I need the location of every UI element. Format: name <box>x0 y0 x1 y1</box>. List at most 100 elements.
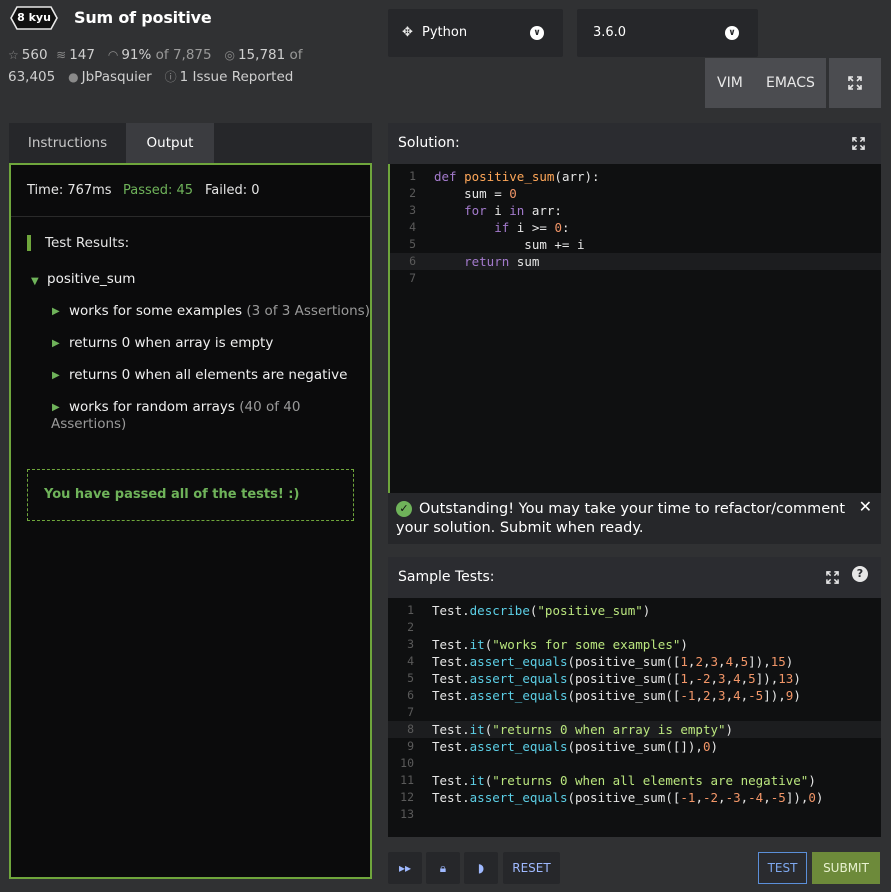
issues-link[interactable]: 1 Issue Reported <box>180 69 294 85</box>
discuss-button[interactable]: ◗ <box>464 852 498 884</box>
solution-editor[interactable]: 1 def positive_sum(arr): 2 sum = 0 3 for … <box>388 164 881 493</box>
line-number: 8 <box>407 722 414 736</box>
lock-icon: 🔒︎ <box>439 861 447 875</box>
chevron-down-icon: ∨ <box>725 26 739 40</box>
rank-label: 8 kyu <box>17 11 51 24</box>
submit-button[interactable]: SUBMIT <box>812 852 880 884</box>
user-icon: ● <box>68 70 79 84</box>
kata-stats: ☆ 560 ≋ 147 ◠ 91% of 7,875 ◎ 15,781 of 63,40… <box>8 44 338 88</box>
line-number: 5 <box>409 237 416 251</box>
line-number: 1 <box>409 169 416 183</box>
code-line: sum = 0 <box>434 186 517 201</box>
test-label: works for random arrays <box>69 399 235 415</box>
sample-tests-title: Sample Tests: <box>398 569 495 585</box>
line-number: 12 <box>400 790 414 804</box>
collection-icon[interactable]: ≋ <box>56 48 66 62</box>
summary-bar: Time: 767ms Passed: 45 Failed: 0 <box>11 165 370 217</box>
tab-instructions[interactable]: Instructions <box>9 123 126 163</box>
test-label: works for some examples <box>69 303 243 319</box>
line-number: 4 <box>407 654 414 668</box>
fullscreen-icon[interactable] <box>852 137 866 151</box>
test-button[interactable]: TEST <box>758 852 807 884</box>
reset-button[interactable]: RESET <box>503 852 560 884</box>
line-number: 10 <box>400 756 414 770</box>
line-number: 9 <box>407 739 414 753</box>
caret-down-icon[interactable]: ▼ <box>31 276 39 287</box>
caret-right-icon[interactable]: ▶ <box>52 306 60 317</box>
line-number: 3 <box>407 637 414 651</box>
line-number: 6 <box>407 688 414 702</box>
vim-button[interactable]: VIM <box>717 75 743 91</box>
line-number: 4 <box>409 220 416 234</box>
kata-title[interactable]: Sum of positive <box>74 8 212 27</box>
code-line: Test.it("works for some examples") <box>432 637 688 652</box>
line-number: 13 <box>400 807 414 821</box>
target-icon: ◎ <box>224 48 235 62</box>
test-item[interactable]: works for some examples (3 of 3 Assertio… <box>69 303 370 320</box>
skip-icon: ▸▸ <box>398 861 412 875</box>
test-results-heading: Test Results: <box>27 235 129 251</box>
emacs-button[interactable]: EMACS <box>766 75 815 91</box>
test-label: returns 0 when array is empty <box>69 335 274 351</box>
satisfaction: 91% <box>121 47 152 63</box>
caret-right-icon[interactable]: ▶ <box>52 370 60 381</box>
fullscreen-button[interactable] <box>829 58 881 108</box>
test-label: returns 0 when all elements are negative <box>69 367 348 383</box>
author-link[interactable]: JbPasquier <box>82 69 152 85</box>
satisfaction-total: of 7,875 <box>155 47 212 63</box>
caret-right-icon[interactable]: ▶ <box>52 338 60 349</box>
line-number: 7 <box>407 705 414 719</box>
code-line: Test.assert_equals(positive_sum([-1,2,3,… <box>432 688 801 703</box>
chevron-down-icon: ∨ <box>530 26 544 40</box>
question-icon[interactable]: ? <box>852 566 868 582</box>
line-number: 7 <box>409 271 416 285</box>
version-select[interactable]: 3.6.0 ∨ <box>577 9 758 57</box>
line-number: 5 <box>407 671 414 685</box>
line-number: 11 <box>400 773 414 787</box>
code-line: return sum <box>464 254 540 269</box>
test-assertions-cont: Assertions) <box>51 416 127 432</box>
unlock-solutions-button[interactable]: 🔒︎ <box>426 852 460 884</box>
close-icon[interactable]: ✕ <box>859 497 872 516</box>
test-item[interactable]: works for random arrays (40 of 40 <box>69 399 300 416</box>
language-value: Python <box>422 25 468 40</box>
code-line: Test.it("returns 0 when all elements are… <box>432 773 816 788</box>
stars-count: 560 <box>21 47 48 63</box>
test-item[interactable]: returns 0 when all elements are negative <box>69 367 347 384</box>
code-line: Test.assert_equals(positive_sum([1,2,3,4… <box>432 654 794 669</box>
output-panel: Time: 767ms Passed: 45 Failed: 0 Test Re… <box>9 163 372 879</box>
completed-count: 15,781 <box>237 47 286 63</box>
test-assertions: (40 of 40 <box>239 399 301 415</box>
version-value: 3.6.0 <box>593 25 627 40</box>
line-number: 3 <box>409 203 416 217</box>
solution-title: Solution: <box>398 135 460 151</box>
language-select[interactable]: ✥ Python ∨ <box>388 9 563 57</box>
code-line: Test.assert_equals(positive_sum([]),0) <box>432 739 719 754</box>
notice-message: Outstanding! You may take your time to r… <box>396 501 846 536</box>
test-item[interactable]: returns 0 when array is empty <box>69 335 273 352</box>
skip-button[interactable]: ▸▸ <box>388 852 422 884</box>
rank-badge: 8 kyu <box>10 6 58 30</box>
describe-label[interactable]: positive_sum <box>47 271 135 288</box>
sample-tests-editor[interactable]: 1 Test.describe("positive_sum") 2 3 Test.i… <box>388 598 881 837</box>
code-line: Test.describe("positive_sum") <box>432 603 651 618</box>
line-number: 1 <box>407 603 414 617</box>
test-assertions: (3 of 3 Assertions) <box>246 303 370 319</box>
line-number: 2 <box>407 620 414 634</box>
code-line: def positive_sum(arr): <box>434 169 600 184</box>
code-line: Test.it("returns 0 when array is empty") <box>432 722 734 737</box>
panel-tabs: Instructions Output <box>9 123 372 163</box>
collections-count: 147 <box>69 47 95 63</box>
tab-output[interactable]: Output <box>126 123 214 163</box>
code-line: sum += i <box>434 237 585 252</box>
star-icon[interactable]: ☆ <box>8 48 19 62</box>
caret-right-icon[interactable]: ▶ <box>52 402 60 413</box>
fullscreen-icon <box>848 76 862 90</box>
pass-message: You have passed all of the tests! :) <box>27 469 354 521</box>
failed-count: Failed: 0 <box>205 183 260 198</box>
completed-total: 63,405 <box>8 69 56 85</box>
code-line: Test.assert_equals(positive_sum([-1,-2,-… <box>432 790 824 805</box>
success-notice: ✓ Outstanding! You may take your time to… <box>388 493 881 544</box>
line-number: 2 <box>409 186 416 200</box>
fullscreen-icon[interactable] <box>826 571 840 585</box>
